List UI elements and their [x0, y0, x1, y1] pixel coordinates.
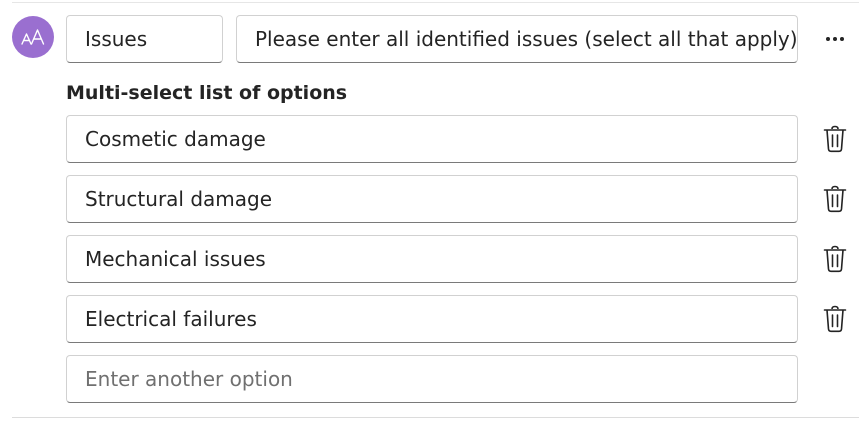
- question-card: Issues Please enter all identified issue…: [0, 0, 865, 427]
- delete-option-button[interactable]: [820, 123, 850, 155]
- new-option-row: Enter another option: [66, 355, 856, 403]
- option-row: Structural damage: [66, 175, 856, 223]
- option-row: Mechanical issues: [66, 235, 856, 283]
- options-section-title: Multi-select list of options: [66, 82, 348, 104]
- option-row: Cosmetic damage: [66, 115, 856, 163]
- trash-icon: [823, 305, 847, 333]
- option-input[interactable]: Cosmetic damage: [66, 115, 798, 163]
- question-prompt-field[interactable]: Please enter all identified issues (sele…: [236, 15, 798, 63]
- more-horizontal-icon: [826, 37, 844, 41]
- option-input[interactable]: Structural damage: [66, 175, 798, 223]
- delete-option-button[interactable]: [820, 243, 850, 275]
- trash-icon: [823, 185, 847, 213]
- text-style-icon: [21, 29, 45, 45]
- option-input[interactable]: Electrical failures: [66, 295, 798, 343]
- question-type-field[interactable]: Issues: [66, 15, 223, 63]
- option-input[interactable]: Mechanical issues: [66, 235, 798, 283]
- more-options-button[interactable]: [820, 22, 850, 56]
- delete-option-button[interactable]: [820, 303, 850, 335]
- new-option-input[interactable]: Enter another option: [66, 355, 798, 403]
- delete-option-button[interactable]: [820, 183, 850, 215]
- trash-icon: [823, 125, 847, 153]
- trash-icon: [823, 245, 847, 273]
- bottom-divider: [12, 417, 859, 418]
- avatar: [12, 16, 54, 58]
- top-divider: [12, 2, 859, 3]
- option-row: Electrical failures: [66, 295, 856, 343]
